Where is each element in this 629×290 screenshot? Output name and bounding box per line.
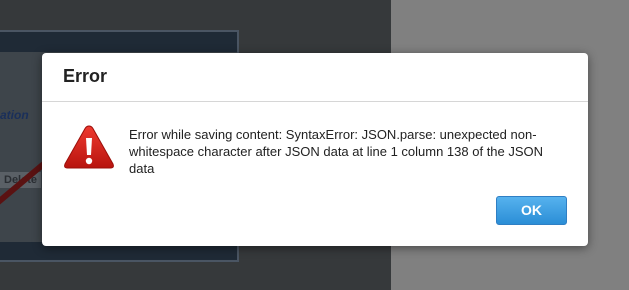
error-message: Error while saving content: SyntaxError:…	[129, 127, 544, 176]
error-dialog: Error Error while saving content: Syntax…	[42, 53, 588, 246]
dialog-title: Error	[63, 66, 108, 86]
warning-icon	[64, 125, 114, 169]
dialog-divider	[42, 101, 588, 102]
background-link-text: ation	[0, 108, 29, 122]
ok-button[interactable]: OK	[496, 196, 567, 225]
